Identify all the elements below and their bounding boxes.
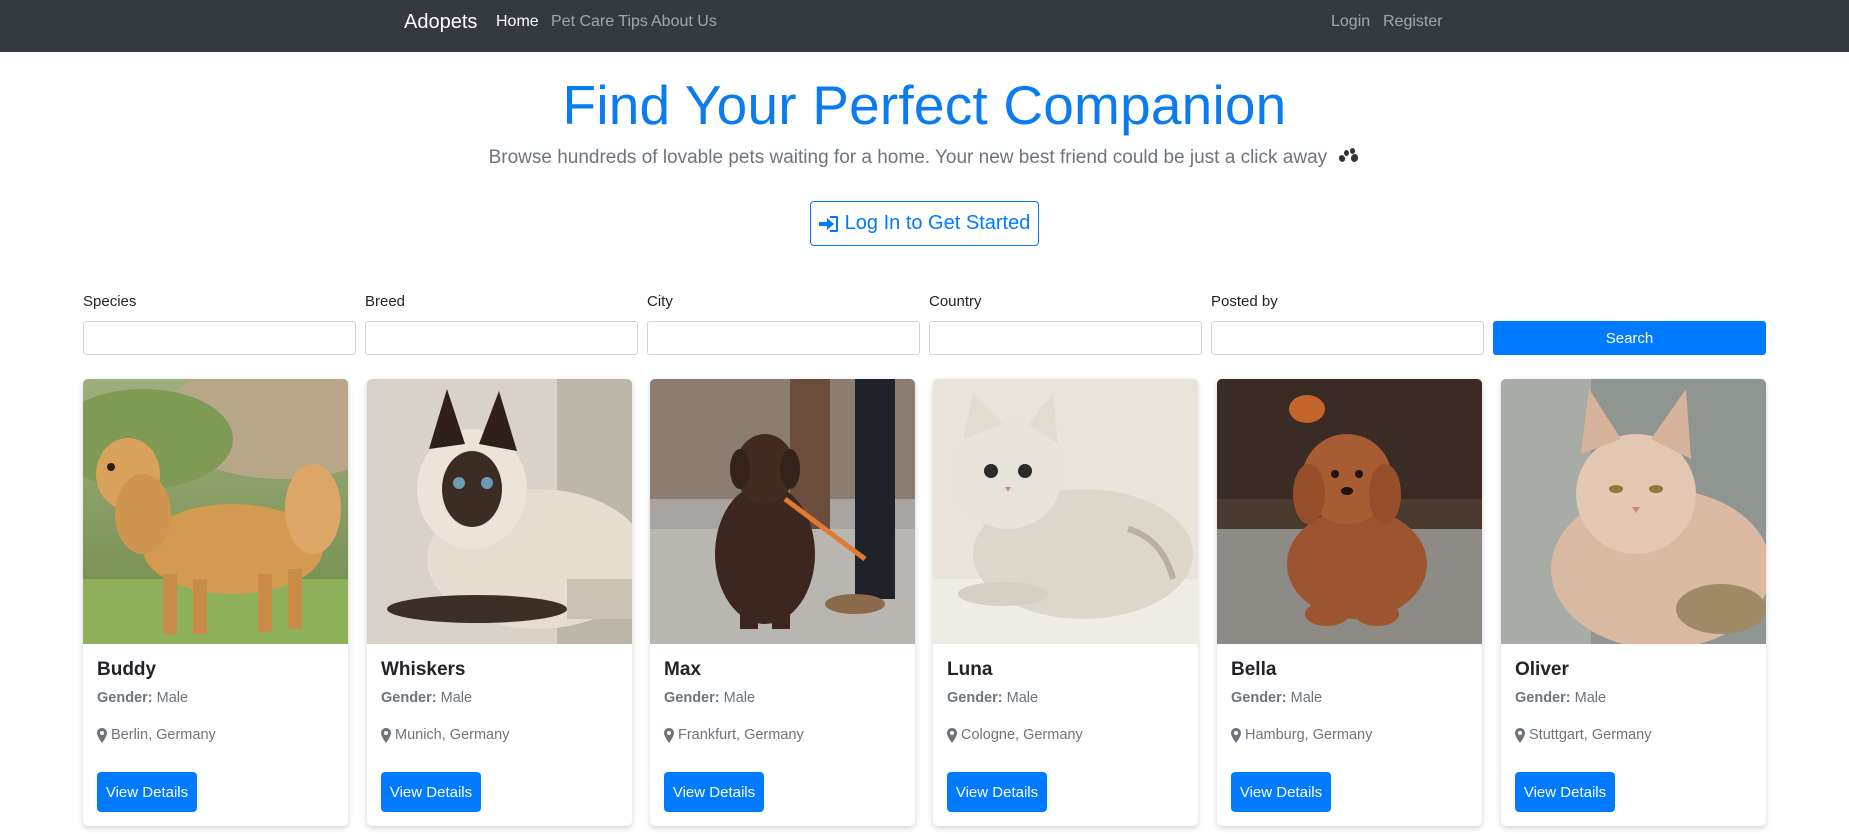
pet-gender: Gender: Male <box>664 690 755 706</box>
login-button-label: Log In to Get Started <box>844 212 1031 234</box>
gender-label: Gender: <box>1515 690 1571 706</box>
pet-name: Max <box>664 659 701 680</box>
pet-name: Oliver <box>1515 659 1569 680</box>
city-input[interactable] <box>647 321 920 355</box>
pet-photo-oliver <box>1501 379 1766 644</box>
brand-link[interactable]: Adopets <box>404 11 477 34</box>
gender-value: Male <box>723 690 756 706</box>
pet-gender: Gender: Male <box>1515 690 1606 706</box>
pet-location: Hamburg, Germany <box>1231 727 1372 743</box>
map-marker-icon <box>97 727 107 743</box>
paw-icon <box>1338 147 1360 165</box>
gender-value: Male <box>156 690 189 706</box>
pet-gender: Gender: Male <box>1231 690 1322 706</box>
location-text: Hamburg, Germany <box>1245 727 1373 743</box>
sign-in-icon <box>818 215 839 233</box>
login-to-get-started-button[interactable]: Log In to Get Started <box>810 201 1039 246</box>
pet-gender: Gender: Male <box>97 690 188 706</box>
gender-label: Gender: <box>1231 690 1287 706</box>
posted-by-label: Posted by <box>1211 293 1278 310</box>
map-marker-icon <box>664 727 674 743</box>
breed-label: Breed <box>365 293 406 310</box>
map-marker-icon <box>947 727 957 743</box>
location-text: Munich, Germany <box>395 727 510 743</box>
pet-card-luna: Luna Gender: Male Cologne, Germany View … <box>933 379 1198 826</box>
breed-input[interactable] <box>365 321 638 355</box>
country-label: Country <box>929 293 982 310</box>
navbar: Adopets Home Pet Care Tips About Us Logi… <box>0 0 1849 52</box>
pet-location: Berlin, Germany <box>97 727 216 743</box>
view-details-button[interactable]: View Details <box>1231 772 1331 812</box>
pet-card-buddy: Buddy Gender: Male Berlin, Germany View … <box>83 379 348 826</box>
pet-name: Buddy <box>97 659 157 680</box>
country-input[interactable] <box>929 321 1202 355</box>
location-text: Stuttgart, Germany <box>1529 727 1652 743</box>
nav-link-home[interactable]: Home <box>496 13 539 31</box>
species-label: Species <box>83 293 137 310</box>
pet-name: Luna <box>947 659 993 680</box>
gender-value: Male <box>1574 690 1607 706</box>
hero-subtitle: Browse hundreds of lovable pets waiting … <box>488 147 1328 168</box>
pet-name: Whiskers <box>381 659 466 680</box>
hero-title: Find Your Perfect Companion <box>562 74 1287 136</box>
pet-gender: Gender: Male <box>381 690 472 706</box>
nav-link-pet-care-tips[interactable]: Pet Care Tips <box>551 13 648 31</box>
gender-value: Male <box>1006 690 1039 706</box>
view-details-button[interactable]: View Details <box>381 772 481 812</box>
posted-by-input[interactable] <box>1211 321 1484 355</box>
pet-gender: Gender: Male <box>947 690 1038 706</box>
location-text: Berlin, Germany <box>111 727 216 743</box>
search-button[interactable]: Search <box>1493 321 1766 355</box>
location-text: Frankfurt, Germany <box>678 727 804 743</box>
location-text: Cologne, Germany <box>961 727 1083 743</box>
pet-card-whiskers: Whiskers Gender: Male Munich, Germany Vi… <box>367 379 632 826</box>
gender-label: Gender: <box>381 690 437 706</box>
gender-value: Male <box>440 690 473 706</box>
pet-location: Stuttgart, Germany <box>1515 727 1652 743</box>
pet-card-oliver: Oliver Gender: Male Stuttgart, Germany V… <box>1501 379 1766 826</box>
view-details-button[interactable]: View Details <box>947 772 1047 812</box>
pet-photo-whiskers <box>367 379 632 644</box>
map-marker-icon <box>1231 727 1241 743</box>
pet-card-max: Max Gender: Male Frankfurt, Germany View… <box>650 379 915 826</box>
view-details-button[interactable]: View Details <box>97 772 197 812</box>
gender-label: Gender: <box>664 690 720 706</box>
gender-label: Gender: <box>947 690 1003 706</box>
city-label: City <box>647 293 673 310</box>
map-marker-icon <box>381 727 391 743</box>
pet-photo-luna <box>933 379 1198 644</box>
pet-location: Munich, Germany <box>381 727 509 743</box>
pet-card-bella: Bella Gender: Male Hamburg, Germany View… <box>1217 379 1482 826</box>
pet-name: Bella <box>1231 659 1277 680</box>
gender-value: Male <box>1290 690 1323 706</box>
nav-link-register[interactable]: Register <box>1383 13 1443 31</box>
pet-location: Frankfurt, Germany <box>664 727 804 743</box>
pet-location: Cologne, Germany <box>947 727 1083 743</box>
hero-subtitle-row: Browse hundreds of lovable pets waiting … <box>0 147 1849 169</box>
gender-label: Gender: <box>97 690 153 706</box>
map-marker-icon <box>1515 727 1525 743</box>
pet-photo-max <box>650 379 915 644</box>
view-details-button[interactable]: View Details <box>1515 772 1615 812</box>
pet-photo-buddy <box>83 379 348 644</box>
pet-photo-bella <box>1217 379 1482 644</box>
nav-link-login[interactable]: Login <box>1331 13 1370 31</box>
species-input[interactable] <box>83 321 356 355</box>
nav-link-about-us[interactable]: About Us <box>651 13 717 31</box>
view-details-button[interactable]: View Details <box>664 772 764 812</box>
